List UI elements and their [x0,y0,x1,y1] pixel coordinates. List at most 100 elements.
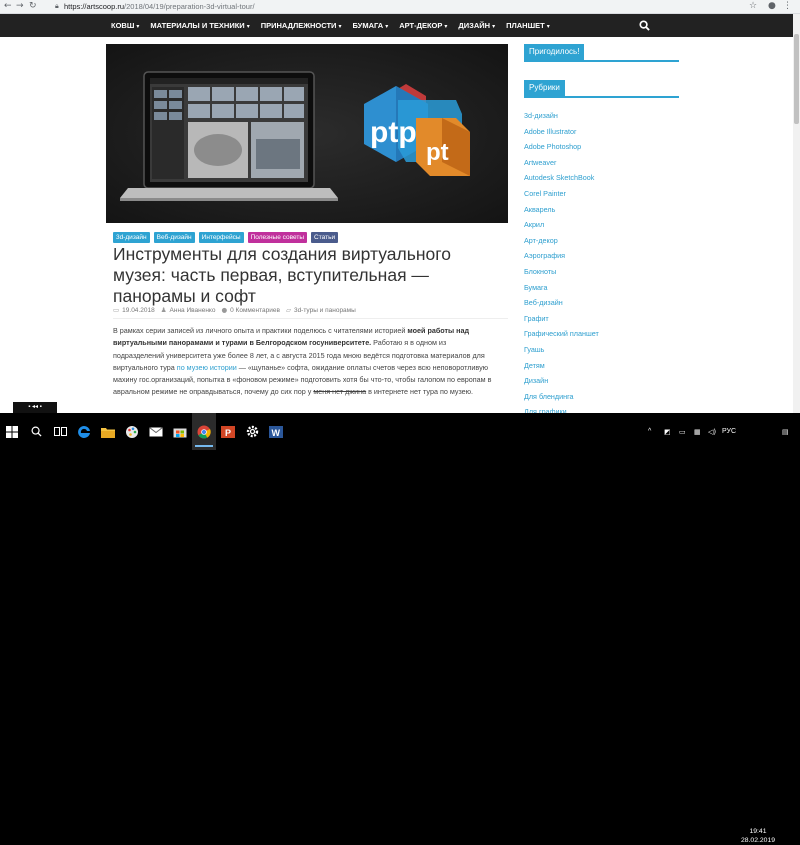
nav-item[interactable]: БУМАГА ▾ [352,21,388,30]
taskbar-store[interactable] [168,413,192,450]
nav-item[interactable]: ПРИНАДЛЕЖНОСТИ ▾ [261,21,342,30]
nav-item-label: ДИЗАЙН [458,21,491,30]
clock-date: 28.02.2019 [740,837,776,844]
nav-item[interactable]: КОВШ ▾ [111,21,139,30]
edge-browser-icon [78,425,90,438]
nav-item[interactable]: АРТ-ДЕКОР ▾ [399,21,447,30]
nav-item-label: АРТ-ДЕКОР [399,21,443,30]
nav-item-label: ПЛАНШЕТ [506,21,545,30]
meta-divider [113,318,508,319]
taskbar-explorer[interactable] [96,413,120,450]
rubric-link[interactable]: Дизайн [524,373,599,389]
menu-dots-icon[interactable]: ⋮ [783,1,792,12]
rubric-link[interactable]: Adobe Photoshop [524,139,599,155]
task-view-button[interactable] [48,413,72,450]
volume-icon[interactable]: ◁) [708,413,716,450]
article-tag[interactable]: Статьи [311,232,339,243]
rubric-link[interactable]: Арт-декор [524,233,599,249]
chevron-down-icon: ▾ [546,23,550,30]
taskbar-word[interactable]: W [264,413,288,450]
scrollbar-thumb[interactable] [794,34,799,124]
rubric-link[interactable]: Акрил [524,217,599,233]
word-icon: W [269,425,283,438]
taskbar-mail[interactable] [144,413,168,450]
folder-icon: ▱ [285,306,291,314]
rubrics-title: Рубрики [524,80,565,96]
widget-title-line [524,60,679,62]
rubric-link[interactable]: Autodesk SketchBook [524,170,599,186]
windows-logo-icon [6,425,18,438]
chevron-down-icon: ▾ [385,23,389,30]
taskbar-clock[interactable]: 19:41 28.02.2019 [738,827,778,845]
rubric-link[interactable]: 3d-дизайн [524,108,599,124]
rubric-link[interactable]: Детям [524,358,599,374]
museum-link[interactable]: по музею истории [177,363,237,372]
article-date[interactable]: 19.04.2018 [122,307,155,314]
rubric-link[interactable]: Акварель [524,202,599,218]
article-tag[interactable]: 3d-дизайн [113,232,150,243]
mail-icon [149,426,163,436]
article-hero-image[interactable]: ptp pt [106,44,508,223]
network-icon[interactable]: ▦ [694,413,701,450]
tray-app-icon[interactable]: ◩ [664,413,671,450]
rubric-link[interactable]: Блокноты [524,264,599,280]
forward-icon[interactable]: → [16,1,24,12]
chevron-down-icon: ▾ [444,23,448,30]
url-field[interactable]: 🔒︎ https://artscoop.ru/2018/04/19/prepar… [55,1,745,12]
rubric-link[interactable]: Бумага [524,280,599,296]
nav-item-label: ПРИНАДЛЕЖНОСТИ [260,21,337,30]
article-tag[interactable]: Полезные советы [247,232,308,243]
taskbar-edge[interactable] [72,413,96,450]
site-nav: КОВШ ▾ МАТЕРИАЛЫ И ТЕХНИКИ ▾ ПРИНАДЛЕЖНОСТИ ▾… [0,14,800,37]
back-icon[interactable]: ← [4,1,12,12]
taskbar-paint[interactable] [120,413,144,450]
notifications-icon[interactable]: ▤ [782,413,789,450]
rubric-link[interactable]: Corel Painter [524,186,599,202]
taskbar-settings[interactable] [240,413,264,450]
article-tag[interactable]: Веб-дизайн [153,232,195,243]
article-title[interactable]: Инструменты для создания виртуального му… [113,244,508,307]
battery-icon[interactable]: ▭ [679,413,686,450]
store-bag-icon [173,428,187,438]
gear-icon [246,425,258,438]
start-button[interactable] [0,413,24,450]
bookmark-star-icon[interactable]: ☆ [749,1,757,12]
rubric-link[interactable]: Графит [524,311,599,327]
windows-taskbar: P W ^ ◩ ▭ ▦ ◁) РУС 19:41 28.02.2019 ▤ [0,413,800,844]
nav-item[interactable]: МАТЕРИАЛЫ И ТЕХНИКИ ▾ [150,21,249,30]
rubric-link[interactable]: Для графики [524,404,599,413]
nav-item-label: МАТЕРИАЛЫ И ТЕХНИКИ [150,21,245,30]
search-icon [31,426,42,437]
rubric-link[interactable]: Графический планшет [524,326,599,342]
floating-media-widget[interactable]: ▪ ◂◂ ▪ [13,402,57,413]
nav-item[interactable]: ДИЗАЙН ▾ [458,21,495,30]
rubric-link[interactable]: Аэрография [524,248,599,264]
rubric-link[interactable]: Веб-дизайн [524,295,599,311]
article-body: В рамках серии записей из личного опыта … [113,326,492,397]
chevron-down-icon: ▾ [246,23,250,30]
folder-icon [101,427,115,438]
taskbar-powerpoint[interactable]: P [216,413,240,450]
search-icon[interactable] [639,20,650,31]
article-category[interactable]: 3d-туры и панорамы [294,307,356,314]
rubric-link[interactable]: Гуашь [524,342,599,358]
article-comments[interactable]: 0 Комментариев [230,307,280,314]
taskbar-chrome[interactable] [192,413,216,450]
lock-icon: 🔒︎ [55,2,59,10]
rubric-link[interactable]: Adobe Illustrator [524,124,599,140]
nav-item[interactable]: ПЛАНШЕТ ▾ [506,21,550,30]
tray-chevron-icon[interactable]: ^ [648,413,651,450]
rubric-link[interactable]: Для блендинга [524,389,599,405]
taskbar-search-button[interactable] [24,413,48,450]
svg-text:W: W [272,428,281,438]
browser-address-bar: ← → ↻ 🔒︎ https://artscoop.ru/2018/04/19/… [0,0,800,14]
article-tag[interactable]: Интерфейсы [198,232,244,243]
laptop-illustration: ptp pt [106,44,508,223]
reload-icon[interactable]: ↻ [29,1,37,12]
article-author[interactable]: Анна Иваненко [170,307,216,314]
nav-item-label: БУМАГА [352,21,384,30]
language-indicator[interactable]: РУС [722,413,736,450]
rubric-link[interactable]: Artweaver [524,155,599,171]
profile-icon[interactable]: ● [768,1,776,12]
clock-time: 19:41 [749,828,767,835]
